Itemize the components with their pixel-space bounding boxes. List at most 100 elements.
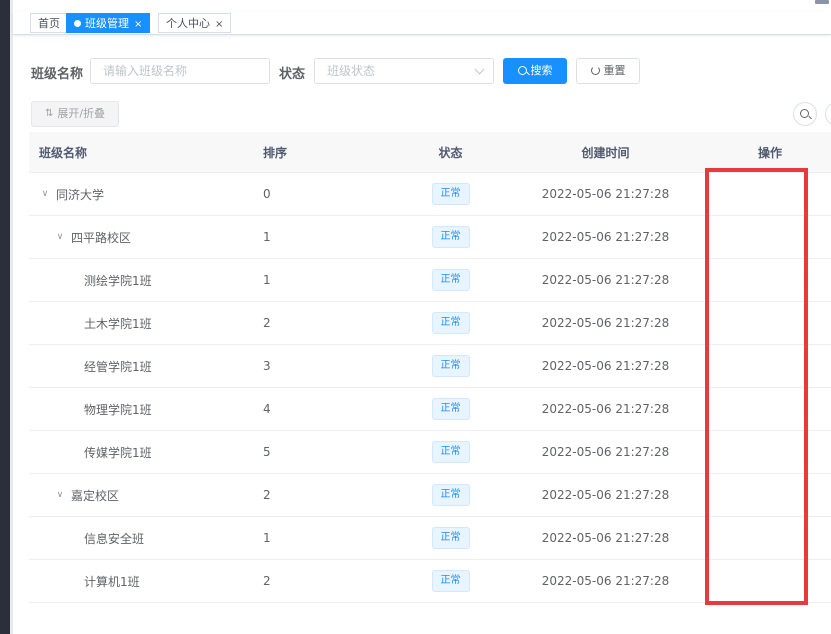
tag-personal-center[interactable]: 个人中心 × (158, 13, 232, 33)
toggle-search-button[interactable] (793, 102, 817, 126)
cell-status: 正常 (399, 215, 502, 259)
cell-sort: 3 (255, 344, 399, 388)
cell-class-name: 物理学院1班 (29, 387, 255, 431)
close-icon[interactable]: × (215, 19, 223, 30)
class-name-text: 传媒学院1班 (84, 445, 152, 460)
avatar-icon[interactable] (815, 0, 829, 4)
cell-create-time: 2022-05-06 21:27:28 (502, 344, 709, 388)
cell-sort: 5 (255, 430, 399, 474)
refresh-table-button[interactable] (825, 102, 831, 126)
close-icon[interactable]: × (134, 19, 142, 30)
cell-create-time: 2022-05-06 21:27:28 (502, 516, 709, 560)
tree-node: 测绘学院1班 (29, 272, 255, 289)
status-badge: 正常 (431, 570, 470, 592)
cell-create-time: 2022-05-06 21:27:28 (502, 387, 709, 431)
cell-status: 正常 (399, 387, 502, 431)
cell-class-name: ∨ 四平路校区 (29, 215, 255, 259)
column-header-class-name: 班级名称 (29, 132, 255, 173)
cell-status: 正常 (399, 172, 502, 216)
chevron-down-icon[interactable]: ∨ (39, 189, 51, 199)
status-badge: 正常 (431, 269, 470, 291)
cell-class-name: 传媒学院1班 (29, 430, 255, 474)
chevron-down-icon[interactable]: ∨ (54, 490, 66, 500)
cell-create-time: 2022-05-06 21:27:28 (502, 430, 709, 474)
sidebar-divider (10, 0, 13, 634)
sidebar-edge (0, 0, 10, 634)
class-name-input[interactable] (90, 58, 270, 84)
status-badge: 正常 (431, 312, 470, 334)
tag-label: 个人中心 (166, 17, 210, 30)
status-badge: 正常 (431, 484, 470, 506)
search-icon (517, 65, 527, 75)
tree-node: ∨ 嘉定校区 (29, 487, 255, 504)
expand-collapse-button[interactable]: ⇅ 展开/折叠 (31, 101, 119, 127)
tree-node: 信息安全班 (29, 530, 255, 547)
search-button[interactable]: 搜索 (503, 58, 567, 84)
cell-sort: 2 (255, 559, 399, 603)
class-name-text: 四平路校区 (71, 230, 132, 245)
status-select[interactable]: 班级状态 (314, 58, 494, 84)
column-header-status: 状态 (399, 132, 502, 173)
tree-node: 土木学院1班 (29, 315, 255, 332)
tags-view: 首页 班级管理 × 个人中心 × (13, 12, 831, 35)
status-badge: 正常 (431, 398, 470, 420)
cell-sort: 1 (255, 258, 399, 302)
cell-create-time: 2022-05-06 21:27:28 (502, 473, 709, 517)
chevron-down-icon (474, 64, 485, 75)
cell-sort: 4 (255, 387, 399, 431)
class-name-label: 班级名称 (31, 67, 84, 82)
cell-class-name: ∨ 嘉定校区 (29, 473, 255, 517)
search-icon (800, 109, 809, 118)
status-badge: 正常 (431, 355, 470, 377)
tree-node: 传媒学院1班 (29, 444, 255, 461)
expand-collapse-label: 展开/折叠 (57, 107, 106, 120)
cell-class-name: 测绘学院1班 (29, 258, 255, 302)
tree-node: 计算机1班 (29, 573, 255, 590)
tree-node: 经管学院1班 (29, 358, 255, 375)
cell-status: 正常 (399, 258, 502, 302)
cell-status: 正常 (399, 430, 502, 474)
status-select-placeholder: 班级状态 (327, 64, 376, 78)
cell-sort: 2 (255, 473, 399, 517)
cell-status: 正常 (399, 473, 502, 517)
status-badge: 正常 (431, 527, 470, 549)
tag-class-management[interactable]: 班级管理 × (66, 13, 151, 33)
search-button-label: 搜索 (530, 64, 553, 77)
cell-class-name: 信息安全班 (29, 516, 255, 560)
cell-sort: 2 (255, 301, 399, 345)
cell-sort: 1 (255, 215, 399, 259)
highlight-box (705, 168, 808, 605)
table-header-row: 班级名称 排序 状态 创建时间 操作 (29, 132, 831, 173)
cell-create-time: 2022-05-06 21:27:28 (502, 215, 709, 259)
cell-create-time: 2022-05-06 21:27:28 (502, 258, 709, 302)
class-name-text: 测绘学院1班 (84, 273, 152, 288)
cell-class-name: 土木学院1班 (29, 301, 255, 345)
cell-status: 正常 (399, 344, 502, 388)
cell-create-time: 2022-05-06 21:27:28 (502, 559, 709, 603)
status-badge: 正常 (431, 441, 470, 463)
reset-button[interactable]: 重置 (576, 58, 640, 84)
class-name-text: 嘉定校区 (71, 488, 120, 503)
column-header-create-time: 创建时间 (502, 132, 709, 173)
refresh-icon (590, 65, 600, 75)
class-name-text: 计算机1班 (84, 574, 140, 589)
cell-status: 正常 (399, 301, 502, 345)
sort-icon: ⇅ (44, 108, 54, 119)
tag-home[interactable]: 首页 (30, 13, 68, 33)
cell-status: 正常 (399, 559, 502, 603)
cell-sort: 1 (255, 516, 399, 560)
chevron-down-icon[interactable]: ∨ (54, 232, 66, 242)
status-badge: 正常 (431, 226, 470, 248)
class-name-text: 信息安全班 (84, 531, 145, 546)
cell-class-name: ∨ 同济大学 (29, 172, 255, 216)
class-name-text: 同济大学 (56, 187, 105, 202)
class-name-text: 经管学院1班 (84, 359, 152, 374)
active-dot-icon (74, 19, 81, 27)
status-label: 状态 (279, 67, 306, 82)
tree-node: 物理学院1班 (29, 401, 255, 418)
tree-node: ∨ 四平路校区 (29, 229, 255, 246)
tag-label: 班级管理 (85, 17, 129, 30)
cell-status: 正常 (399, 516, 502, 560)
cell-class-name: 经管学院1班 (29, 344, 255, 388)
cell-sort: 0 (255, 172, 399, 216)
